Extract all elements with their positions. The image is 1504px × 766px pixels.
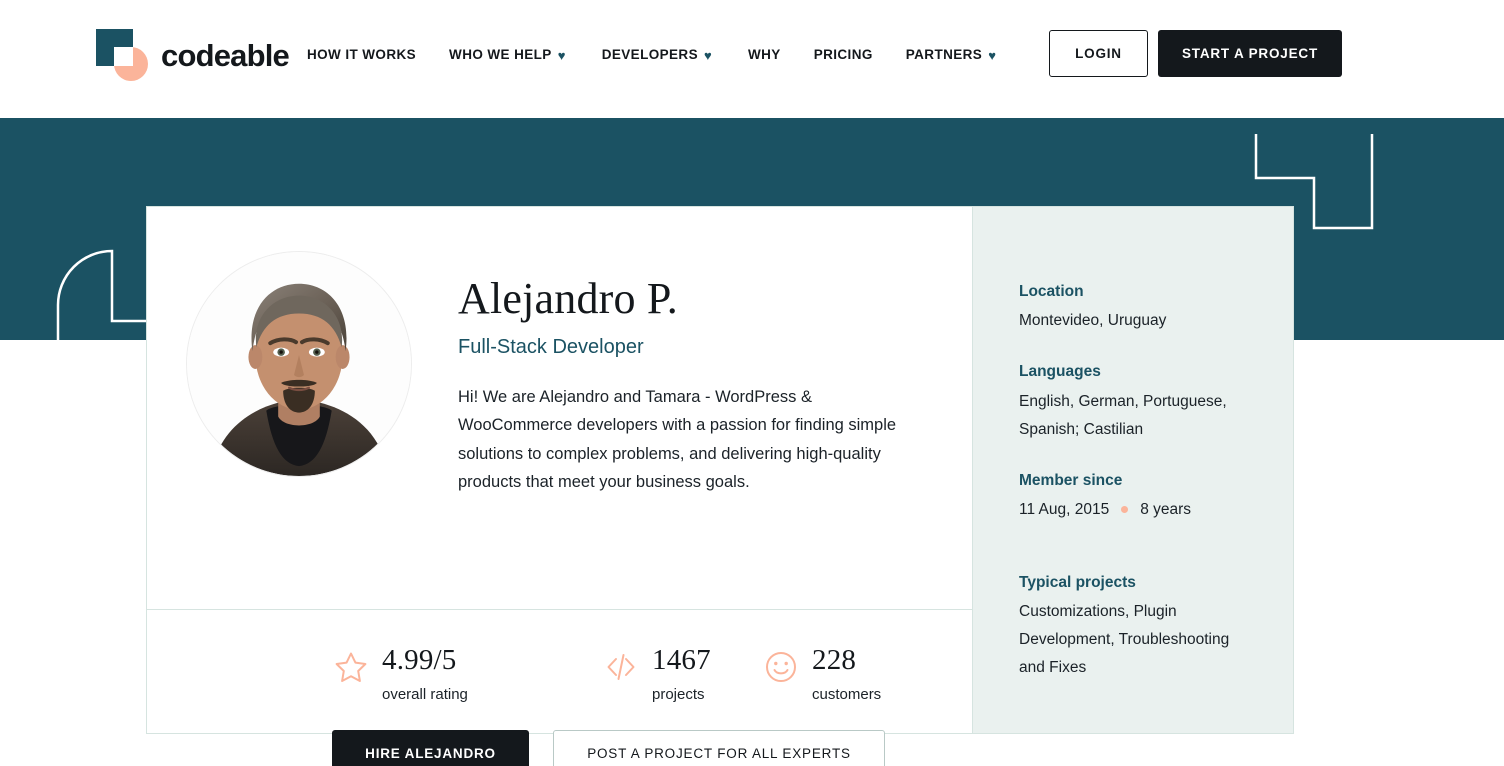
nav-label: PRICING: [813, 47, 873, 62]
post-a-project-button[interactable]: POST A PROJECT FOR ALL EXPERTS: [553, 730, 885, 766]
logo-notch-shape: [114, 47, 133, 66]
detail-member-since: Member since 11 Aug, 2015 8 years: [1019, 469, 1293, 524]
member-since-date: 11 Aug, 2015: [1019, 500, 1110, 518]
nav-label: HOW IT WORKS: [307, 47, 417, 62]
nav-label: DEVELOPERS: [601, 47, 698, 62]
detail-typical-projects: Typical projects Customizations, Plugin …: [1019, 571, 1293, 682]
avatar-photo: [187, 252, 411, 476]
separator-dot-icon: [1121, 506, 1129, 514]
profile-info: Alejandro P. Full-Stack Developer Hi! We…: [458, 248, 928, 608]
nav-item-developers[interactable]: DEVELOPERS ♥: [602, 45, 715, 65]
stat-text: 228 customers: [812, 644, 882, 704]
stat-overall-rating: 4.99/5 overall rating: [333, 644, 603, 704]
profile-role: Full-Stack Developer: [458, 335, 644, 358]
stat-label: customers: [812, 685, 882, 703]
main-navigation: HOW IT WORKS WHO WE HELP ♥ DEVELOPERS ♥ …: [307, 45, 999, 65]
profile-bio: Hi! We are Alejandro and Tamara - WordPr…: [458, 387, 897, 492]
logo[interactable]: codeable: [96, 29, 290, 81]
page-title: Alejandro P.: [458, 274, 678, 323]
profile-header: Alejandro P. Full-Stack Developer Hi! We…: [147, 207, 972, 608]
chevron-down-icon: ♥: [988, 47, 997, 63]
start-a-project-button[interactable]: START A PROJECT: [1157, 30, 1342, 77]
nav-item-partners[interactable]: PARTNERS ♥: [906, 45, 999, 65]
stat-label: overall rating: [382, 685, 468, 703]
smiley-icon: [763, 649, 799, 685]
nav-item-how-it-works[interactable]: HOW IT WORKS: [307, 45, 416, 65]
code-brackets-icon: [603, 649, 639, 685]
detail-label: Member since: [1019, 471, 1123, 489]
chevron-down-icon: ♥: [703, 47, 713, 63]
nav-item-who-we-help[interactable]: WHO WE HELP ♥: [449, 45, 569, 65]
detail-value: Montevideo, Uruguay: [1019, 312, 1167, 330]
detail-value: English, German, Portuguese, Spanish; Ca…: [1019, 392, 1227, 438]
profile-card-main: Alejandro P. Full-Stack Developer Hi! We…: [147, 207, 972, 766]
stat-label: projects: [652, 685, 705, 703]
nav-label: WHY: [747, 47, 781, 62]
chevron-down-icon: ♥: [557, 47, 566, 63]
detail-value: Customizations, Plugin Development, Trou…: [1019, 603, 1230, 676]
codeable-logo-mark-icon: [96, 29, 148, 81]
divider: [147, 609, 972, 610]
nav-label: PARTNERS: [905, 47, 983, 62]
stat-value: 4.99/5: [382, 644, 457, 676]
stat-value: 1467: [652, 644, 711, 676]
stat-value: 228: [812, 644, 857, 676]
nav-label: WHO WE HELP: [449, 47, 552, 62]
member-since-duration: 8 years: [1140, 500, 1192, 518]
site-header: codeable HOW IT WORKS WHO WE HELP ♥ DEVE…: [0, 0, 1504, 118]
stat-projects: 1467 projects: [603, 644, 763, 704]
hire-developer-button[interactable]: HIRE ALEJANDRO: [332, 730, 529, 766]
profile-details-panel: Location Montevideo, Uruguay Languages E…: [972, 207, 1293, 733]
detail-location: Location Montevideo, Uruguay: [1019, 280, 1293, 335]
star-icon: [333, 649, 369, 685]
detail-label: Languages: [1019, 363, 1101, 381]
nav-item-pricing[interactable]: PRICING: [814, 45, 873, 65]
nav-item-why[interactable]: WHY: [748, 45, 781, 65]
detail-label: Location: [1019, 283, 1084, 300]
detail-label: Typical projects: [1019, 573, 1136, 591]
profile-actions: HIRE ALEJANDRO POST A PROJECT FOR ALL EX…: [332, 730, 885, 766]
logo-wordmark: codeable: [161, 37, 290, 73]
detail-value: 11 Aug, 2015 8 years: [1019, 496, 1293, 524]
avatar: [186, 251, 412, 477]
stat-customers: 228 customers: [763, 644, 882, 704]
stat-text: 1467 projects: [652, 644, 711, 704]
profile-stats: 4.99/5 overall rating 1467 projects 228 …: [333, 644, 882, 704]
detail-languages: Languages English, German, Portuguese, S…: [1019, 360, 1293, 443]
header-actions: LOGIN START A PROJECT: [1048, 30, 1342, 77]
developer-profile-card: Alejandro P. Full-Stack Developer Hi! We…: [146, 206, 1294, 766]
stat-text: 4.99/5 overall rating: [382, 644, 468, 704]
login-button[interactable]: LOGIN: [1048, 30, 1148, 77]
